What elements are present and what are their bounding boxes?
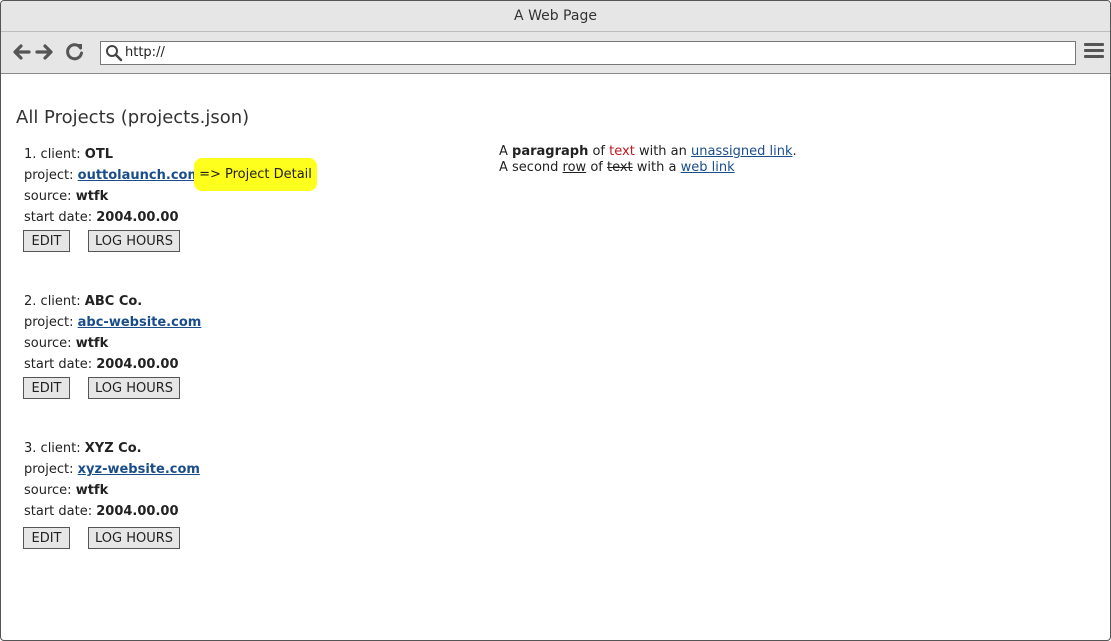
paragraph-line-2: A second row of text with a web link <box>499 160 797 176</box>
source-value: wtfk <box>75 189 109 204</box>
underlined-word: row <box>562 160 587 175</box>
source-value: wtfk <box>75 483 109 498</box>
text-span: of <box>586 160 607 175</box>
start-date-value: 2004.00.00 <box>96 504 179 519</box>
bold-word: paragraph <box>512 144 589 159</box>
project-detail-annotation: => Project Detail <box>194 158 317 191</box>
project-link[interactable]: abc-website.com <box>78 315 202 330</box>
edit-button[interactable]: EDIT <box>23 377 70 399</box>
start-date-value: 2004.00.00 <box>96 357 179 372</box>
log-hours-button[interactable]: LOG HOURS <box>88 377 180 399</box>
client-value: OTL <box>84 147 113 162</box>
page-title: All Projects (projects.json) <box>16 107 250 128</box>
edit-button[interactable]: EDIT <box>23 230 70 252</box>
client-label: client: <box>40 147 81 162</box>
source-label: source: <box>24 483 72 498</box>
start-date-label: start date: <box>24 210 93 225</box>
project-number: 2. <box>24 294 37 309</box>
project-label: project: <box>24 315 74 330</box>
project-label: project: <box>24 462 74 477</box>
strikethrough-word: text <box>606 160 633 175</box>
start-date-value: 2004.00.00 <box>96 210 179 225</box>
search-icon <box>105 44 123 62</box>
text-span: A second <box>499 160 563 175</box>
url-input[interactable] <box>125 43 1025 61</box>
arrow-right-icon[interactable] <box>34 41 56 63</box>
hamburger-menu-icon[interactable] <box>1084 43 1104 61</box>
sample-paragraph: A paragraph of text with an unassigned l… <box>499 144 797 176</box>
start-date-label: start date: <box>24 357 93 372</box>
client-label: client: <box>40 441 81 456</box>
project-item: 2. client: ABC Co. project: abc-website.… <box>23 291 202 403</box>
text-span: . <box>792 144 797 159</box>
text-span: of <box>588 144 610 159</box>
source-label: source: <box>24 189 72 204</box>
project-link[interactable]: outtolaunch.com <box>78 168 201 183</box>
project-number: 1. <box>24 147 37 162</box>
client-label: client: <box>40 294 81 309</box>
web-link[interactable]: web link <box>681 160 735 175</box>
project-item: 3. client: XYZ Co. project: xyz-website.… <box>23 438 200 553</box>
paragraph-line-1: A paragraph of text with an unassigned l… <box>499 144 797 160</box>
text-span: with a <box>632 160 681 175</box>
client-value: XYZ Co. <box>84 441 142 456</box>
project-number: 3. <box>24 441 37 456</box>
source-label: source: <box>24 336 72 351</box>
reload-icon[interactable] <box>64 41 86 63</box>
log-hours-button[interactable]: LOG HOURS <box>88 527 180 549</box>
window-title: A Web Page <box>1 1 1110 32</box>
text-span: with an <box>634 144 691 159</box>
edit-button[interactable]: EDIT <box>23 527 70 549</box>
project-link[interactable]: xyz-website.com <box>78 462 200 477</box>
start-date-label: start date: <box>24 504 93 519</box>
arrow-left-icon[interactable] <box>10 41 32 63</box>
red-word: text <box>609 144 635 159</box>
text-span: A <box>499 144 513 159</box>
browser-toolbar <box>1 32 1110 74</box>
client-value: ABC Co. <box>84 294 143 309</box>
project-item: 1. client: OTL project: outtolaunch.com … <box>23 144 201 256</box>
unassigned-link[interactable]: unassigned link <box>691 144 792 159</box>
browser-window: A Web Page All Projects (projects.json) … <box>0 0 1111 641</box>
log-hours-button[interactable]: LOG HOURS <box>88 230 180 252</box>
address-bar[interactable] <box>100 41 1076 65</box>
source-value: wtfk <box>75 336 109 351</box>
project-label: project: <box>24 168 74 183</box>
